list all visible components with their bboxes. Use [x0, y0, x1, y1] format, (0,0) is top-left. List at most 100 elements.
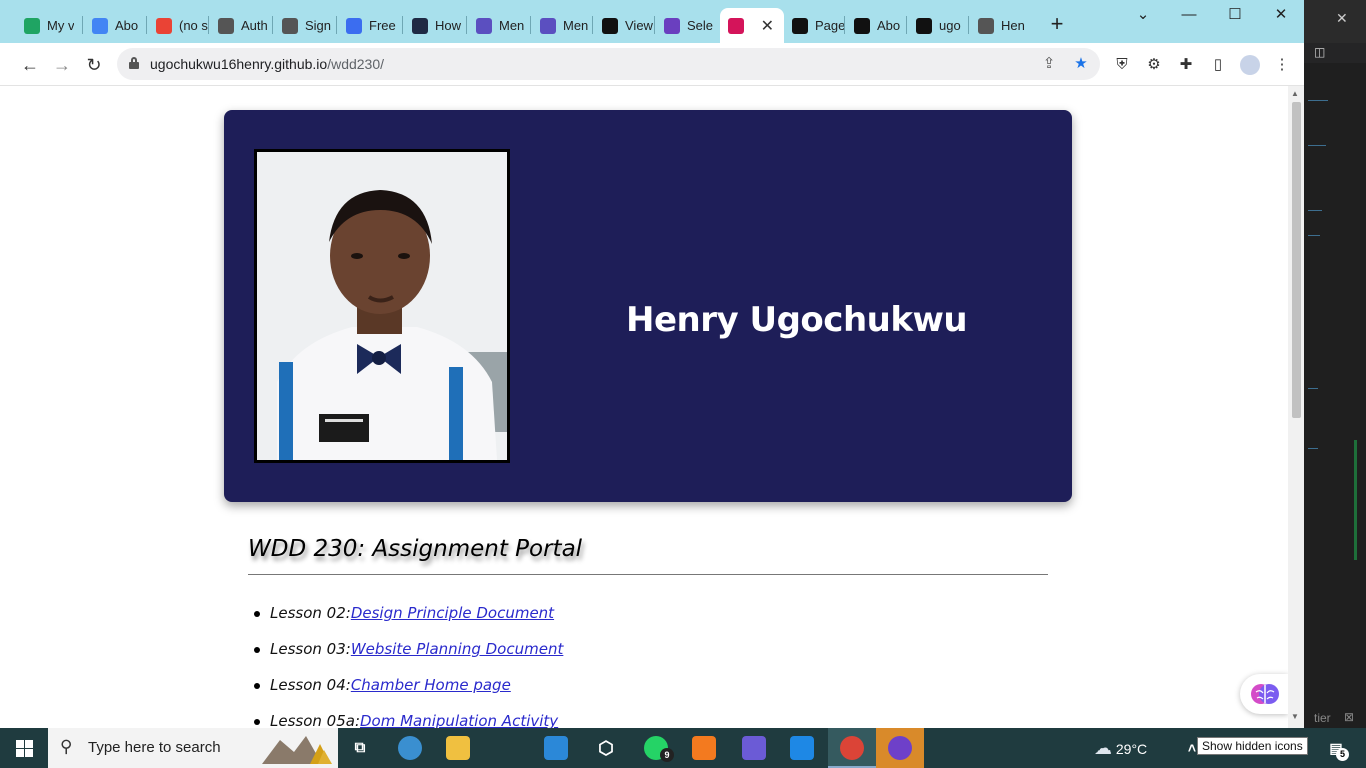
browser-tab[interactable]: Free — [338, 8, 400, 43]
browser-tab[interactable]: Sele — [656, 8, 718, 43]
tab-label: My v — [47, 18, 75, 33]
edge-browser-icon[interactable] — [398, 736, 422, 760]
shield-extension-icon[interactable]: ⛨ — [1112, 55, 1132, 75]
browser-tab[interactable]: My v — [16, 8, 78, 43]
editor-toolbar: ◫ — [1304, 43, 1366, 63]
forward-button[interactable]: → — [48, 51, 76, 79]
gmail-icon — [156, 17, 172, 34]
page-scrollbar[interactable]: ▲ ▼ — [1288, 86, 1304, 728]
scroll-up-arrow-icon[interactable]: ▲ — [1291, 89, 1299, 98]
profile-avatar[interactable] — [1240, 55, 1260, 75]
file-explorer-icon[interactable] — [446, 736, 470, 760]
start-button[interactable] — [0, 728, 48, 768]
url-text[interactable]: ugochukwu16henry.github.io/wdd230/ — [150, 56, 384, 72]
new-tab-button[interactable]: + — [1046, 13, 1068, 36]
tab-label: ugo — [939, 18, 961, 33]
forms-icon — [476, 17, 492, 34]
browser-tab[interactable]: Auth — [210, 8, 272, 43]
close-tab-icon[interactable]: ✕ — [761, 16, 774, 36]
notification-center-icon[interactable]: ▤ 5 — [1324, 736, 1349, 761]
tab-separator — [906, 16, 907, 34]
browser-tab[interactable]: (no s — [148, 8, 210, 43]
browser-tab[interactable]: Sign — [274, 8, 336, 43]
microsoft-store-icon[interactable] — [544, 736, 568, 760]
temperature-text: 29°C — [1115, 741, 1148, 757]
reload-button[interactable]: ↻ — [80, 51, 108, 79]
github-desktop-taskbar-button[interactable] — [876, 728, 924, 768]
split-editor-icon[interactable]: ◫ — [1314, 45, 1325, 59]
list-icon — [664, 17, 680, 34]
github-icon — [854, 17, 870, 34]
list-item: Lesson 02:Design Principle Document — [253, 604, 563, 640]
address-bar[interactable]: ugochukwu16henry.github.io/wdd230/ ⇪ ★ — [117, 48, 1100, 80]
windows-taskbar: ⚲ Type here to search ⧉ ⬡ 9 ☁ 29°C ˄ ▤ 5 — [0, 728, 1366, 768]
tab-label: How — [435, 18, 462, 33]
lesson-link-design-principle[interactable]: Design Principle Document — [351, 604, 554, 622]
lesson-label: Lesson 04: — [270, 676, 351, 694]
vscode-icon[interactable] — [790, 736, 814, 760]
taskbar-search-box[interactable]: ⚲ Type here to search — [48, 728, 338, 768]
codepen-icon[interactable]: ⬡ — [594, 736, 618, 760]
extensions-puzzle-icon[interactable]: ✚ — [1176, 55, 1196, 75]
github-icon — [916, 17, 932, 34]
browser-tab[interactable]: Abo — [846, 8, 908, 43]
clipchamp-icon[interactable] — [742, 736, 766, 760]
lesson-link-chamber-home[interactable]: Chamber Home page — [351, 676, 511, 694]
back-button[interactable]: ← — [16, 51, 44, 79]
close-window-button[interactable]: ✕ — [1258, 4, 1304, 28]
chrome-taskbar-button[interactable] — [828, 728, 876, 768]
globe-icon — [978, 17, 994, 34]
share-icon[interactable]: ⇪ — [1039, 54, 1059, 74]
browser-tab[interactable]: Abo — [84, 8, 146, 43]
browser-tab[interactable]: ugo — [908, 8, 970, 43]
browser-tab[interactable]: View — [594, 8, 656, 43]
gear-extension-icon[interactable]: ⚙ — [1144, 55, 1164, 75]
close-icon[interactable]: ⊠ — [1344, 710, 1354, 724]
tab-label: Abo — [115, 18, 139, 33]
lesson-link-website-planning[interactable]: Website Planning Document — [351, 640, 564, 658]
lock-icon[interactable] — [129, 57, 139, 69]
weather-widget[interactable]: ☁ 29°C — [1094, 738, 1147, 759]
tab-separator — [466, 16, 467, 34]
tab-separator — [592, 16, 593, 34]
xampp-icon[interactable] — [692, 736, 716, 760]
maximize-button[interactable]: ☐ — [1212, 4, 1258, 28]
browser-toolbar: ← → ↻ ugochukwu16henry.github.io/wdd230/… — [0, 43, 1304, 86]
scrollbar-thumb[interactable] — [1292, 102, 1301, 418]
header-banner: Henry Ugochukwu — [224, 110, 1072, 502]
lesson-link-dom-manipulation[interactable]: Dom Manipulation Activity — [360, 712, 558, 728]
tab-label: Free — [369, 18, 396, 33]
tab-search-icon[interactable]: ⌄ — [1120, 4, 1166, 28]
tab-separator — [208, 16, 209, 34]
close-icon[interactable]: ✕ — [1336, 10, 1348, 27]
globe-icon — [218, 17, 234, 34]
brain-icon — [1251, 684, 1279, 704]
tab-label: Page — [815, 18, 846, 33]
menu-kebab-icon[interactable]: ⋮ — [1272, 55, 1292, 75]
browser-tab[interactable]: How — [404, 8, 466, 43]
profile-name-heading: Henry Ugochukwu — [626, 300, 968, 340]
task-view-icon[interactable]: ⧉ — [348, 736, 372, 760]
m-logo-icon — [728, 17, 744, 34]
ai-assistant-button[interactable] — [1240, 674, 1288, 714]
tab-separator — [82, 16, 83, 34]
bookmark-star-icon[interactable]: ★ — [1071, 54, 1091, 74]
browser-tab[interactable]: Men — [532, 8, 594, 43]
forms-icon — [540, 17, 556, 34]
whatsapp-icon[interactable]: 9 — [644, 736, 674, 762]
tab-label: Hen — [1001, 18, 1025, 33]
lesson-list: Lesson 02:Design Principle Document Less… — [253, 604, 564, 728]
browser-tab[interactable]: Page — [784, 8, 846, 43]
browser-tab[interactable]: Hen — [970, 8, 1032, 43]
background-editor-window: ✕ ◫ tier ⊠ — [1304, 0, 1366, 728]
tab-label: Sign — [305, 18, 332, 33]
browser-tab[interactable]: Men — [468, 8, 530, 43]
scroll-down-arrow-icon[interactable]: ▼ — [1291, 712, 1299, 721]
side-panel-icon[interactable]: ▯ — [1208, 55, 1228, 75]
tab-separator — [844, 16, 845, 34]
p-app-icon — [346, 17, 362, 34]
github-desktop-icon — [888, 736, 912, 760]
lesson-label: Lesson 05a: — [270, 712, 360, 728]
browser-tab[interactable]: ✕ — [720, 8, 784, 43]
minimize-button[interactable]: — — [1166, 4, 1212, 28]
